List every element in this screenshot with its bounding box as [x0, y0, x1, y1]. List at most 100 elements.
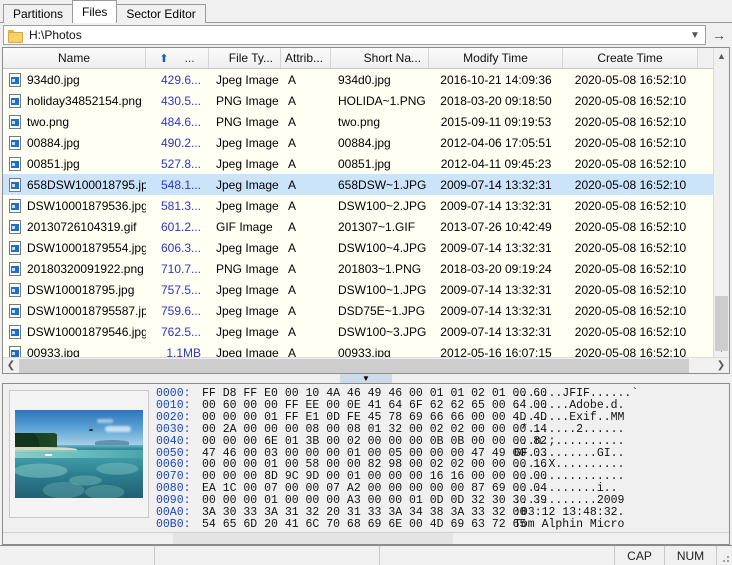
- file-size-cell: 527.8...: [160, 156, 201, 171]
- modify-time-cell: 2009-07-14 13:32:31: [440, 177, 552, 192]
- file-type-cell: Jpeg Image: [216, 156, 279, 171]
- resize-grip-icon[interactable]: [717, 546, 732, 565]
- image-file-icon: [9, 303, 21, 318]
- file-attributes-cell: A: [288, 303, 297, 318]
- hscroll-track[interactable]: [19, 358, 713, 374]
- column-header-attributes-label: Attrib...: [284, 51, 323, 65]
- modify-time-cell: 2009-07-14 13:32:31: [440, 324, 552, 339]
- panel-splitter[interactable]: ▼: [0, 374, 732, 383]
- file-size-cell: 759.6...: [160, 303, 201, 318]
- status-panel-2: [155, 546, 380, 565]
- vscroll-track[interactable]: [714, 64, 729, 351]
- image-file-icon: [9, 177, 21, 192]
- file-name-label: 00933.jpg: [27, 345, 80, 358]
- file-attributes-cell: A: [288, 219, 297, 234]
- table-row[interactable]: DSW10001879536.jpg 581.3... Jpeg Image A DSW…: [3, 195, 713, 216]
- column-header-modify-time[interactable]: Modify Time: [429, 48, 563, 68]
- image-file-icon: [9, 324, 21, 339]
- triangle-down-icon: ▼: [362, 373, 370, 383]
- file-name-label: 20180320091922.png: [27, 261, 144, 276]
- column-header-short-name-label: Short Na...: [363, 51, 421, 65]
- chevron-right-icon[interactable]: ❯: [713, 360, 729, 371]
- modify-time-cell: 2009-07-14 13:32:31: [440, 303, 552, 318]
- preview-image: [15, 410, 143, 498]
- create-time-cell: 2020-05-08 16:52:10: [574, 240, 687, 255]
- hex-offset: 00B0:: [156, 517, 191, 531]
- file-list-horizontal-scrollbar[interactable]: ❮ ❯: [3, 357, 729, 373]
- hex-horizontal-scrollbar[interactable]: [3, 532, 729, 544]
- column-header-attributes[interactable]: Attrib...: [281, 48, 331, 68]
- chevron-down-icon[interactable]: ▼: [687, 26, 703, 44]
- file-size-cell: 429.6...: [160, 72, 201, 87]
- file-attributes-cell: A: [288, 93, 297, 108]
- hex-hscroll-thumb[interactable]: [173, 533, 453, 544]
- file-list-rows: 934d0.jpg 429.6... Jpeg Image A 934d0.jpg 201…: [3, 69, 713, 357]
- column-header-file-type[interactable]: File Ty...: [209, 48, 281, 68]
- table-row[interactable]: 934d0.jpg 429.6... Jpeg Image A 934d0.jpg 201…: [3, 69, 713, 90]
- splitter-collapse-handle[interactable]: ▼: [340, 374, 392, 383]
- file-name-label: two.png: [27, 114, 70, 129]
- table-row[interactable]: 00851.jpg 527.8... Jpeg Image A 00851.jpg 201…: [3, 153, 713, 174]
- table-row[interactable]: holiday34852154.png 430.5... PNG Image A HOL…: [3, 90, 713, 111]
- hex-ascii: .*.......2......: [514, 422, 625, 436]
- column-header-size[interactable]: ⬆...: [146, 48, 209, 68]
- image-file-icon: [9, 198, 21, 213]
- file-attributes-cell: A: [288, 240, 297, 255]
- chevron-left-icon[interactable]: ❮: [3, 360, 19, 371]
- path-combobox[interactable]: H:\Photos ▼: [3, 25, 706, 45]
- image-file-icon: [9, 240, 21, 255]
- file-type-cell: Jpeg Image: [216, 303, 279, 318]
- image-file-icon: [9, 219, 21, 234]
- file-size-cell: 757.5...: [160, 282, 201, 297]
- table-row[interactable]: 658DSW100018795.jpg 548.1... Jpeg Image A 65…: [3, 174, 713, 195]
- table-row[interactable]: DSW100018795.jpg 757.5... Jpeg Image A DSW10…: [3, 279, 713, 300]
- tab-files[interactable]: Files: [72, 0, 118, 23]
- hex-dump-view[interactable]: 0000: FF D8 FF E0 00 10 4A 46 49 46 00 01…: [155, 384, 729, 544]
- hex-offset: 0020:: [156, 410, 191, 424]
- chevron-up-icon[interactable]: ▲: [714, 48, 729, 64]
- file-type-cell: Jpeg Image: [216, 324, 279, 339]
- create-time-cell: 2020-05-08 16:52:10: [574, 261, 687, 276]
- status-panel-3: [380, 546, 615, 565]
- sort-ascending-icon: ⬆: [159, 52, 169, 65]
- create-time-cell: 2020-05-08 16:52:10: [574, 135, 687, 150]
- vscroll-thumb[interactable]: [715, 296, 728, 351]
- table-row[interactable]: DSW10001879554.jpg 606.3... Jpeg Image A DSW…: [3, 237, 713, 258]
- file-list-vertical-scrollbar[interactable]: ▲ ▼: [713, 48, 729, 357]
- file-name-cell: DSW10001879554.jpg: [3, 240, 146, 255]
- file-type-cell: PNG Image: [216, 93, 279, 108]
- table-row[interactable]: DSW100018795587.jpg 759.6... Jpeg Image A DS…: [3, 300, 713, 321]
- table-row[interactable]: 00933.jpg 1.1MB Jpeg Image A 00933.jpg 2012-0…: [3, 342, 713, 357]
- create-time-cell: 2020-05-08 16:52:10: [574, 219, 687, 234]
- file-type-cell: PNG Image: [216, 261, 279, 276]
- hex-line: 00B0: 54 65 6D 20 41 6C 70 68 69 6E 00 4D…: [156, 519, 729, 531]
- modify-time-cell: 2015-09-11 09:19:53: [440, 114, 552, 129]
- column-header-short-name[interactable]: Short Na...: [331, 48, 429, 68]
- table-row[interactable]: two.png 484.6... PNG Image Atwo.png 2015-09-…: [3, 111, 713, 132]
- create-time-cell: 2020-05-08 16:52:10: [574, 324, 687, 339]
- table-row[interactable]: 20180320091922.png 710.7... PNG Image A 2018…: [3, 258, 713, 279]
- hscroll-thumb[interactable]: [19, 358, 689, 373]
- tab-sector-editor[interactable]: Sector Editor: [116, 4, 206, 23]
- column-header-name[interactable]: Name: [3, 48, 146, 68]
- create-time-cell: 2020-05-08 16:52:10: [574, 177, 687, 192]
- file-attributes-cell: A: [288, 282, 297, 297]
- file-name-cell: two.png: [3, 114, 146, 129]
- table-row[interactable]: DSW10001879546.jpg 762.5... Jpeg Image A DSW…: [3, 321, 713, 342]
- file-list-panel: Name ⬆... File Ty... Attrib... Short Na.…: [2, 47, 730, 374]
- file-size-cell: 606.3...: [160, 240, 201, 255]
- file-type-cell: Jpeg Image: [216, 345, 279, 358]
- short-name-cell: DSD75E~1.JPG: [338, 303, 426, 318]
- status-panel-1: [0, 546, 155, 565]
- short-name-cell: 658DSW~1.JPG: [338, 177, 427, 192]
- image-file-icon: [9, 261, 21, 276]
- file-size-cell: 548.1...: [160, 177, 201, 192]
- tab-partitions[interactable]: Partitions: [3, 4, 74, 23]
- table-row[interactable]: 20130726104319.gif 601.2... GIF Image A 2013…: [3, 216, 713, 237]
- create-time-cell: 2020-05-08 16:52:10: [574, 114, 687, 129]
- column-header-create-time[interactable]: Create Time: [563, 48, 698, 68]
- file-size-cell: 490.2...: [160, 135, 201, 150]
- file-name-label: 00884.jpg: [27, 135, 80, 150]
- table-row[interactable]: 00884.jpg 490.2... Jpeg Image A 00884.jpg 201…: [3, 132, 713, 153]
- go-button[interactable]: →: [708, 25, 730, 45]
